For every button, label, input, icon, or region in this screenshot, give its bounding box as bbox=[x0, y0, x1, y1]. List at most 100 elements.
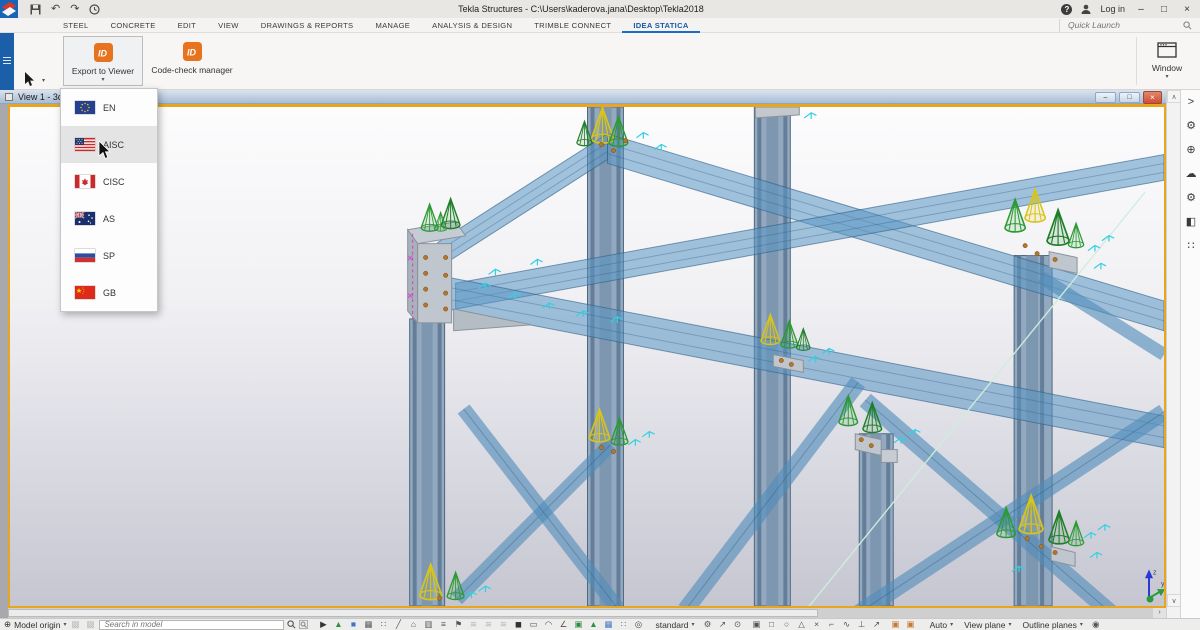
plane-snap-icon[interactable]: ⌂ bbox=[407, 619, 419, 630]
view-plane-dropdown[interactable]: View plane ▾ bbox=[960, 620, 1015, 630]
settings-gear-icon[interactable]: ⚙ bbox=[1181, 186, 1200, 210]
outline-planes-dropdown[interactable]: Outline planes ▾ bbox=[1019, 620, 1087, 630]
login-button[interactable]: Log in bbox=[1100, 4, 1125, 14]
3d-viewport[interactable]: z y bbox=[10, 107, 1164, 606]
ribbon-tab-bar: STEELCONCRETEEDITVIEWDRAWINGS & REPORTSM… bbox=[0, 18, 1200, 33]
export-to-viewer-button[interactable]: ID Export to Viewer ▾ bbox=[63, 36, 143, 86]
orbit-tool-icon[interactable]: ⊙ bbox=[732, 619, 744, 630]
model-origin-selector[interactable]: ⊕ Model origin ▾ bbox=[4, 619, 66, 630]
ribbon-tab[interactable]: MANAGE bbox=[364, 18, 421, 33]
settings-gear-icon[interactable]: ⚙ bbox=[702, 619, 714, 630]
horizontal-scrollbar-thumb[interactable] bbox=[8, 609, 818, 617]
scroll-right-icon[interactable]: › bbox=[1153, 608, 1166, 618]
globe-icon[interactable]: ⊕ bbox=[1181, 138, 1200, 162]
minimize-button[interactable]: – bbox=[1134, 4, 1148, 15]
column-front-left bbox=[410, 319, 445, 606]
select-cursor-icon[interactable] bbox=[24, 72, 36, 87]
zoom-tool-icon[interactable]: ◎ bbox=[632, 619, 644, 630]
help-icon[interactable]: ? bbox=[1061, 4, 1072, 15]
window-button[interactable]: Window ▾ bbox=[1142, 36, 1192, 86]
view-window-titlebar[interactable]: View 1 - 3d bbox=[0, 90, 1166, 104]
code-option-as[interactable]: AS bbox=[61, 200, 157, 237]
ribbon-tab[interactable]: ANALYSIS & DESIGN bbox=[421, 18, 523, 33]
outline-box-icon[interactable]: ▭ bbox=[527, 619, 539, 630]
horizontal-scrollbar[interactable]: › bbox=[8, 608, 1166, 618]
idea-statica-icon: ID bbox=[183, 42, 202, 61]
list-snap-icon[interactable]: ≡ bbox=[437, 619, 449, 630]
gear-question-icon[interactable]: ⚙ bbox=[1181, 114, 1200, 138]
history-clock-icon[interactable] bbox=[89, 4, 100, 15]
code-option-en[interactable]: EN bbox=[61, 89, 157, 126]
select-pointer-icon[interactable]: ▶ bbox=[317, 619, 329, 630]
ribbon-tab[interactable]: VIEW bbox=[207, 18, 250, 33]
scroll-up-icon[interactable]: ∧ bbox=[1167, 90, 1181, 103]
code-check-manager-button[interactable]: ID Code-check manager bbox=[146, 36, 238, 86]
color-swatch-icon[interactable]: ■ bbox=[347, 619, 359, 630]
hatch-snap-icon[interactable]: ▥ bbox=[422, 619, 434, 630]
quick-launch-input[interactable] bbox=[1068, 19, 1178, 31]
ribbon-tab[interactable]: EDIT bbox=[167, 18, 208, 33]
auto-dropdown[interactable]: Auto ▾ bbox=[926, 620, 958, 630]
quick-launch-search-icon[interactable] bbox=[1183, 21, 1192, 30]
code-option-cisc[interactable]: CISC bbox=[61, 163, 157, 200]
titlebar: ↶ ↷ Tekla Structures - C:\Users\kaderova… bbox=[0, 0, 1200, 18]
select-filter-cross-icon[interactable]: × bbox=[811, 619, 823, 630]
ribbon-tab[interactable]: IDEA STATICA bbox=[622, 18, 699, 33]
view-maximize-button[interactable]: □ bbox=[1119, 92, 1140, 103]
cloud-icon[interactable]: ☁ bbox=[1181, 162, 1200, 186]
select-tool-caret-icon[interactable]: ▾ bbox=[42, 77, 45, 84]
grid-snap-icon[interactable]: ▦ bbox=[362, 619, 374, 630]
point-snap-icon[interactable]: ∷ bbox=[377, 619, 389, 630]
fly-tool-icon[interactable]: ↗ bbox=[717, 619, 729, 630]
undo-icon[interactable]: ↶ bbox=[51, 0, 60, 18]
snap-toolbar: ▶▲■▦∷╱⌂▥≡⚑ bbox=[317, 619, 464, 630]
select-filter-circle-icon[interactable]: ○ bbox=[781, 619, 793, 630]
flag-snap-icon[interactable]: ⚑ bbox=[452, 619, 464, 630]
vertical-scrollbar[interactable]: ∧ ∨ bbox=[1166, 90, 1180, 618]
solid-box-icon[interactable]: ◼ bbox=[512, 619, 524, 630]
expand-panel-icon[interactable]: > bbox=[1181, 90, 1200, 114]
view-close-button[interactable]: × bbox=[1143, 91, 1162, 104]
view-minimize-button[interactable]: – bbox=[1095, 92, 1116, 103]
apps-grid-icon[interactable]: ∷ bbox=[1181, 234, 1200, 258]
redo-icon[interactable]: ↷ bbox=[70, 0, 79, 18]
model-search-input[interactable] bbox=[99, 620, 284, 630]
blue-grid-icon[interactable]: ▦ bbox=[602, 619, 614, 630]
ribbon-tab[interactable]: DRAWINGS & REPORTS bbox=[250, 18, 365, 33]
maximize-button[interactable]: □ bbox=[1157, 4, 1171, 15]
cube-3d-icon[interactable]: ◧ bbox=[1181, 210, 1200, 234]
arc-tool-icon[interactable]: ◠ bbox=[542, 619, 554, 630]
close-button[interactable]: × bbox=[1180, 4, 1194, 15]
search-selected-icon[interactable] bbox=[299, 620, 308, 629]
select-filter-tee-icon[interactable]: ⊥ bbox=[856, 619, 868, 630]
snap-points-icon[interactable]: ▲ bbox=[332, 619, 344, 630]
component-box-icon-1[interactable]: ▣ bbox=[890, 619, 902, 630]
ribbon-tab[interactable]: CONCRETE bbox=[100, 18, 167, 33]
selection-filter-dropdown[interactable]: standard ▾ bbox=[651, 620, 698, 630]
scroll-down-icon[interactable]: ∨ bbox=[1167, 594, 1181, 607]
column-center bbox=[587, 107, 623, 606]
angle-tool-icon[interactable]: ∠ bbox=[557, 619, 569, 630]
file-menu-strip[interactable] bbox=[0, 33, 14, 90]
select-filter-arrow-icon[interactable]: ↗ bbox=[871, 619, 883, 630]
visibility-eye-icon[interactable]: ◉ bbox=[1090, 619, 1102, 630]
green-plate-icon[interactable]: ▣ bbox=[572, 619, 584, 630]
code-option-sp[interactable]: SP bbox=[61, 237, 157, 274]
view-toolbar: ⚙↗⊙ bbox=[702, 619, 744, 630]
blue-points-icon[interactable]: ∷ bbox=[617, 619, 629, 630]
select-filter-triangle-icon[interactable]: △ bbox=[796, 619, 808, 630]
green-cone-icon[interactable]: ▲ bbox=[587, 619, 599, 630]
select-filter-plate-icon[interactable]: ▣ bbox=[751, 619, 763, 630]
component-box-icon-2[interactable]: ▣ bbox=[905, 619, 917, 630]
line-snap-icon[interactable]: ╱ bbox=[392, 619, 404, 630]
view-frame bbox=[0, 104, 8, 618]
ribbon-tab[interactable]: STEEL bbox=[52, 18, 100, 33]
search-icon[interactable] bbox=[287, 620, 296, 629]
code-option-gb[interactable]: GB bbox=[61, 274, 157, 311]
ribbon-tab[interactable]: TRIMBLE CONNECT bbox=[523, 18, 622, 33]
select-filter-box-icon[interactable]: □ bbox=[766, 619, 778, 630]
disabled-snap-icon-1: ≋ bbox=[467, 619, 479, 630]
select-filter-wave-icon[interactable]: ∿ bbox=[841, 619, 853, 630]
save-icon[interactable] bbox=[30, 4, 41, 15]
select-filter-corner-icon[interactable]: ⌐ bbox=[826, 619, 838, 630]
